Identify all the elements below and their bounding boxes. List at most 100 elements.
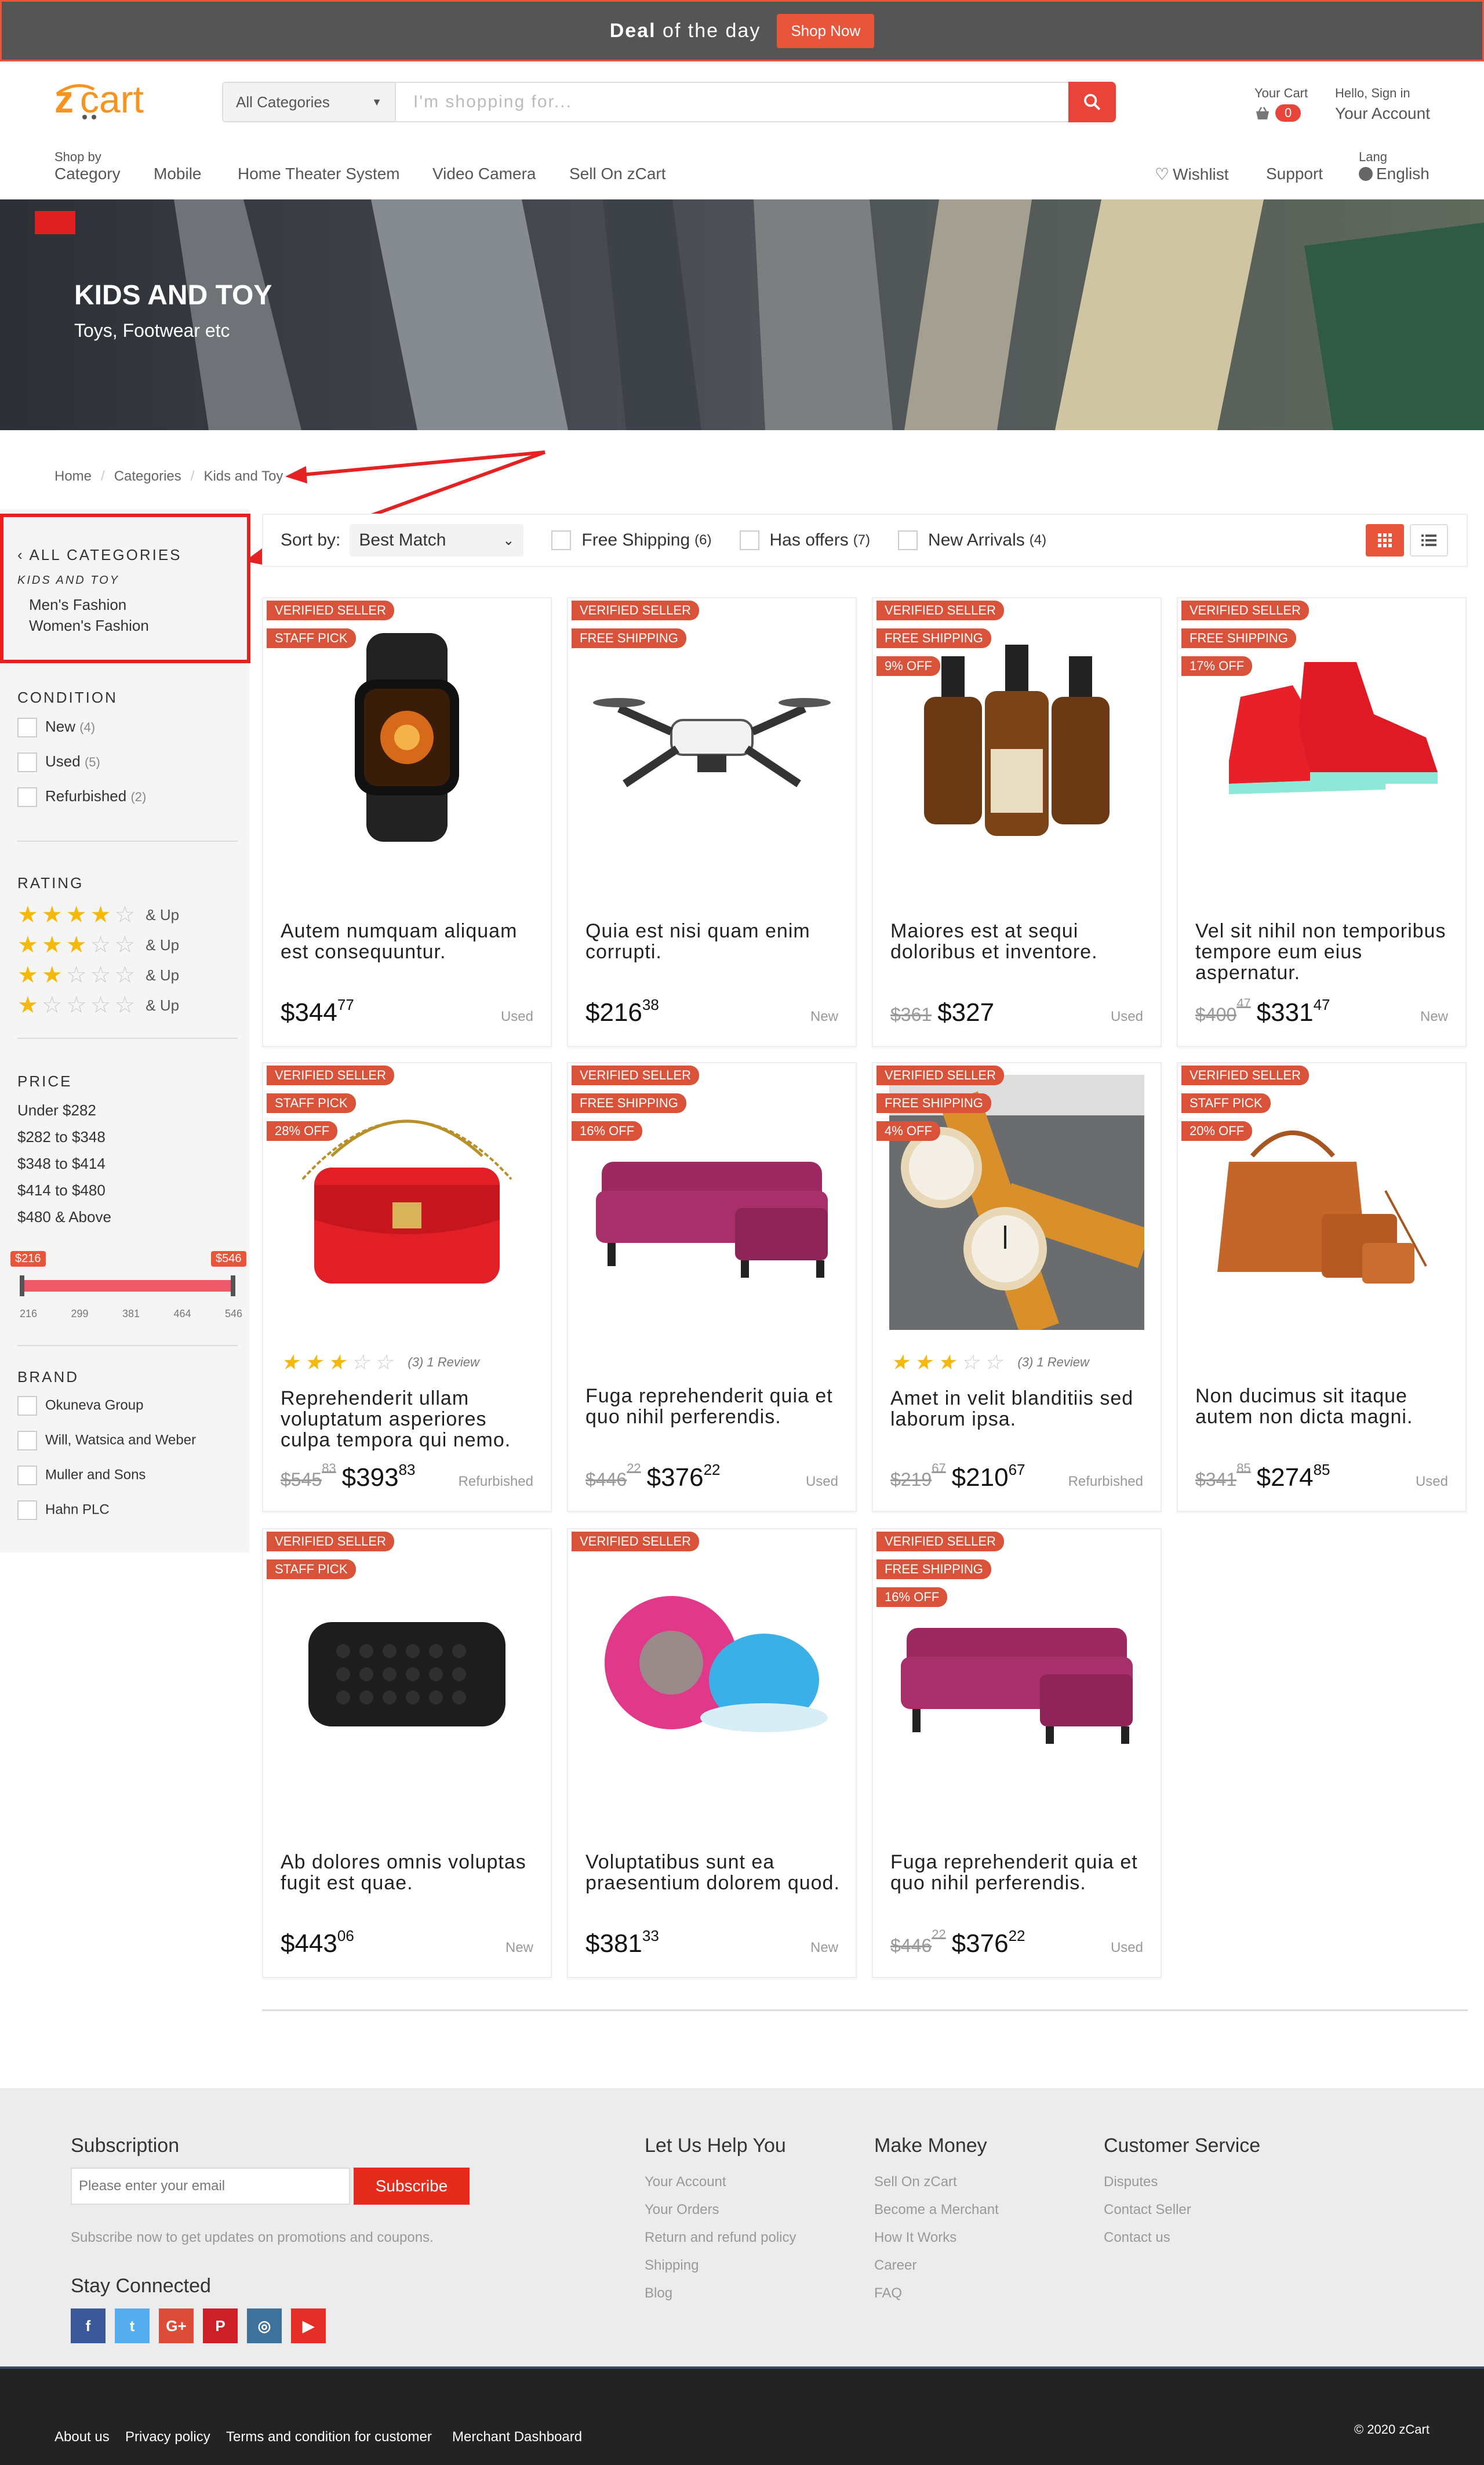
email-field[interactable]: Please enter your email xyxy=(71,2168,350,2205)
product-card[interactable]: VERIFIED SELLER Voluptatibus sunt ea prae… xyxy=(567,1528,857,1978)
product-title[interactable]: Reprehenderit ullam voluptatum asperiore… xyxy=(281,1388,536,1450)
product-card[interactable]: VERIFIED SELLER STAFF PICK Ab dolores omni… xyxy=(262,1528,552,1978)
facebook-icon[interactable]: f xyxy=(71,2308,106,2343)
checkbox[interactable] xyxy=(898,530,918,550)
product-card[interactable]: VERIFIED SELLER STAFF PICK 20% OFF Non duci… xyxy=(1177,1062,1467,1512)
subscribe-button[interactable]: Subscribe xyxy=(354,2168,470,2205)
footer-link[interactable]: Disputes xyxy=(1104,2174,1158,2190)
product-image-sofa[interactable] xyxy=(584,1075,839,1330)
twitter-icon[interactable]: t xyxy=(115,2308,150,2343)
footer-link[interactable]: Blog xyxy=(645,2285,672,2302)
checkbox[interactable] xyxy=(17,718,37,738)
filter-free-shipping[interactable]: Free Shipping (6) xyxy=(551,530,712,550)
checkbox[interactable] xyxy=(17,752,37,773)
product-card[interactable]: VERIFIED SELLER FREE SHIPPING 4% OFF ★ ★ ★ ☆ ☆(… xyxy=(872,1062,1162,1512)
subcategory-mens-fashion[interactable]: Men's Fashion xyxy=(29,596,126,614)
product-image-sofa[interactable] xyxy=(889,1541,1144,1796)
grid-view-button[interactable] xyxy=(1366,524,1404,557)
pinterest-icon[interactable]: P xyxy=(203,2308,238,2343)
product-image-speaker[interactable] xyxy=(279,1541,534,1796)
product-image-shower-speakers[interactable] xyxy=(584,1541,839,1796)
product-badge: 20% OFF xyxy=(1181,1121,1253,1141)
footer-link-privacy[interactable]: Privacy policy xyxy=(125,2429,210,2445)
product-title[interactable]: Vel sit nihil non temporibus tempore eum… xyxy=(1195,921,1450,983)
list-view-button[interactable] xyxy=(1410,524,1448,557)
footer-link[interactable]: Career xyxy=(874,2257,916,2274)
brand-will-watsica[interactable]: Will, Watsica and Weber xyxy=(17,1431,196,1450)
google-plus-icon[interactable]: G+ xyxy=(159,2308,194,2343)
footer-link[interactable]: Shipping xyxy=(645,2257,699,2274)
checkbox[interactable] xyxy=(17,1396,37,1416)
price-slider-track[interactable] xyxy=(22,1280,234,1292)
product-card[interactable]: VERIFIED SELLER FREE SHIPPING 16% OFF Fuga … xyxy=(872,1528,1162,1978)
product-title[interactable]: Non ducimus sit itaque autem non dicta m… xyxy=(1195,1386,1450,1427)
product-price: $34477 xyxy=(281,996,354,1027)
footer-link[interactable]: Contact us xyxy=(1104,2230,1170,2246)
checkbox[interactable] xyxy=(17,1500,37,1520)
price-slider-max-handle[interactable] xyxy=(231,1275,235,1296)
star-icon: ★ xyxy=(17,962,38,988)
brand-hahn[interactable]: Hahn PLC xyxy=(17,1500,110,1520)
footer-link-merchant[interactable]: Merchant Dashboard xyxy=(452,2429,582,2445)
footer-link[interactable]: Return and refund policy xyxy=(645,2230,796,2246)
price-range-4[interactable]: $414 to $480 xyxy=(17,1181,106,1199)
footer-link-terms[interactable]: Terms and condition for customer xyxy=(226,2429,432,2445)
product-title[interactable]: Amet in velit blanditiis sed laborum ips… xyxy=(890,1388,1145,1430)
brand-muller[interactable]: Muller and Sons xyxy=(17,1466,146,1485)
condition-refurbished[interactable]: Refurbished (2) xyxy=(17,787,146,808)
checkbox[interactable] xyxy=(17,1431,37,1450)
brand-okuneva[interactable]: Okuneva Group xyxy=(17,1396,143,1416)
footer-link[interactable]: Sell On zCart xyxy=(874,2174,957,2190)
product-card[interactable]: VERIFIED SELLER FREE SHIPPING 16% OFF Fuga … xyxy=(567,1062,857,1512)
sort-select[interactable]: Best Match ⌄ xyxy=(350,524,524,557)
product-title[interactable]: Voluptatibus sunt ea praesentium dolorem… xyxy=(585,1852,841,1893)
youtube-icon[interactable]: ▶ xyxy=(291,2308,326,2343)
checkbox[interactable] xyxy=(17,787,37,808)
condition-used[interactable]: Used (5) xyxy=(17,752,100,773)
product-title[interactable]: Fuga reprehenderit quia et quo nihil per… xyxy=(890,1852,1145,1893)
footer-link[interactable]: Your Account xyxy=(645,2174,726,2190)
product-card[interactable]: VERIFIED SELLER FREE SHIPPING 17% OFF Vel s… xyxy=(1177,597,1467,1047)
product-image-bottles[interactable] xyxy=(889,610,1144,865)
price-slider-min-handle[interactable] xyxy=(20,1275,24,1296)
price-range-1[interactable]: Under $282 xyxy=(17,1101,96,1119)
footer-link-about[interactable]: About us xyxy=(54,2429,110,2445)
rating-filter-1[interactable]: ★ ☆ ☆ ☆ ☆ & Up xyxy=(17,994,179,1017)
checkbox[interactable] xyxy=(739,530,759,550)
product-title[interactable]: Fuga reprehenderit quia et quo nihil per… xyxy=(585,1386,841,1427)
price-range-2[interactable]: $282 to $348 xyxy=(17,1128,106,1146)
product-card[interactable]: VERIFIED SELLER FREE SHIPPING 9% OFF Maiore… xyxy=(872,597,1162,1047)
rating-filter-2[interactable]: ★ ★ ☆ ☆ ☆ & Up xyxy=(17,964,179,987)
product-image-handbag[interactable] xyxy=(279,1075,534,1330)
product-image-smartwatch[interactable] xyxy=(279,610,534,865)
product-title[interactable]: Quia est nisi quam enim corrupti. xyxy=(585,921,841,962)
footer-link[interactable]: How It Works xyxy=(874,2230,956,2246)
product-title[interactable]: Maiores est at sequi doloribus et invent… xyxy=(890,921,1145,962)
product-image-sneakers[interactable] xyxy=(1194,610,1449,865)
condition-new[interactable]: New (4) xyxy=(17,718,95,738)
product-card[interactable]: VERIFIED SELLER STAFF PICK Autem numquam a… xyxy=(262,597,552,1047)
all-categories-link[interactable]: ‹ ALL CATEGORIES xyxy=(17,546,182,564)
annotation-highlight-box xyxy=(0,514,250,663)
product-title[interactable]: Ab dolores omnis voluptas fugit est quae… xyxy=(281,1852,536,1893)
product-image-watches[interactable] xyxy=(889,1075,1144,1330)
product-card[interactable]: VERIFIED SELLER STAFF PICK 28% OFF ★ ★ ★ ☆ ☆ (3)… xyxy=(262,1062,552,1512)
subcategory-womens-fashion[interactable]: Women's Fashion xyxy=(29,617,149,635)
footer-link[interactable]: Contact Seller xyxy=(1104,2202,1191,2218)
price-range-3[interactable]: $348 to $414 xyxy=(17,1155,106,1173)
checkbox[interactable] xyxy=(17,1466,37,1485)
product-image-bags[interactable] xyxy=(1194,1075,1449,1330)
product-title[interactable]: Autem numquam aliquam est consequuntur. xyxy=(281,921,536,962)
rating-filter-3[interactable]: ★ ★ ★ ☆ ☆ & Up xyxy=(17,933,179,957)
price-range-5[interactable]: $480 & Above xyxy=(17,1208,111,1226)
filter-has-offers[interactable]: Has offers (7) xyxy=(739,530,870,550)
footer-link[interactable]: Become a Merchant xyxy=(874,2202,999,2218)
checkbox[interactable] xyxy=(551,530,572,550)
footer-link[interactable]: FAQ xyxy=(874,2285,902,2302)
instagram-icon[interactable]: ◎ xyxy=(247,2308,282,2343)
rating-filter-4[interactable]: ★ ★ ★ ★ ☆ & Up xyxy=(17,903,179,926)
product-card[interactable]: VERIFIED SELLER FREE SHIPPING Quia est nis… xyxy=(567,597,857,1047)
filter-new-arrivals[interactable]: New Arrivals (4) xyxy=(898,530,1046,550)
footer-link[interactable]: Your Orders xyxy=(645,2202,719,2218)
product-image-drone[interactable] xyxy=(584,610,839,865)
